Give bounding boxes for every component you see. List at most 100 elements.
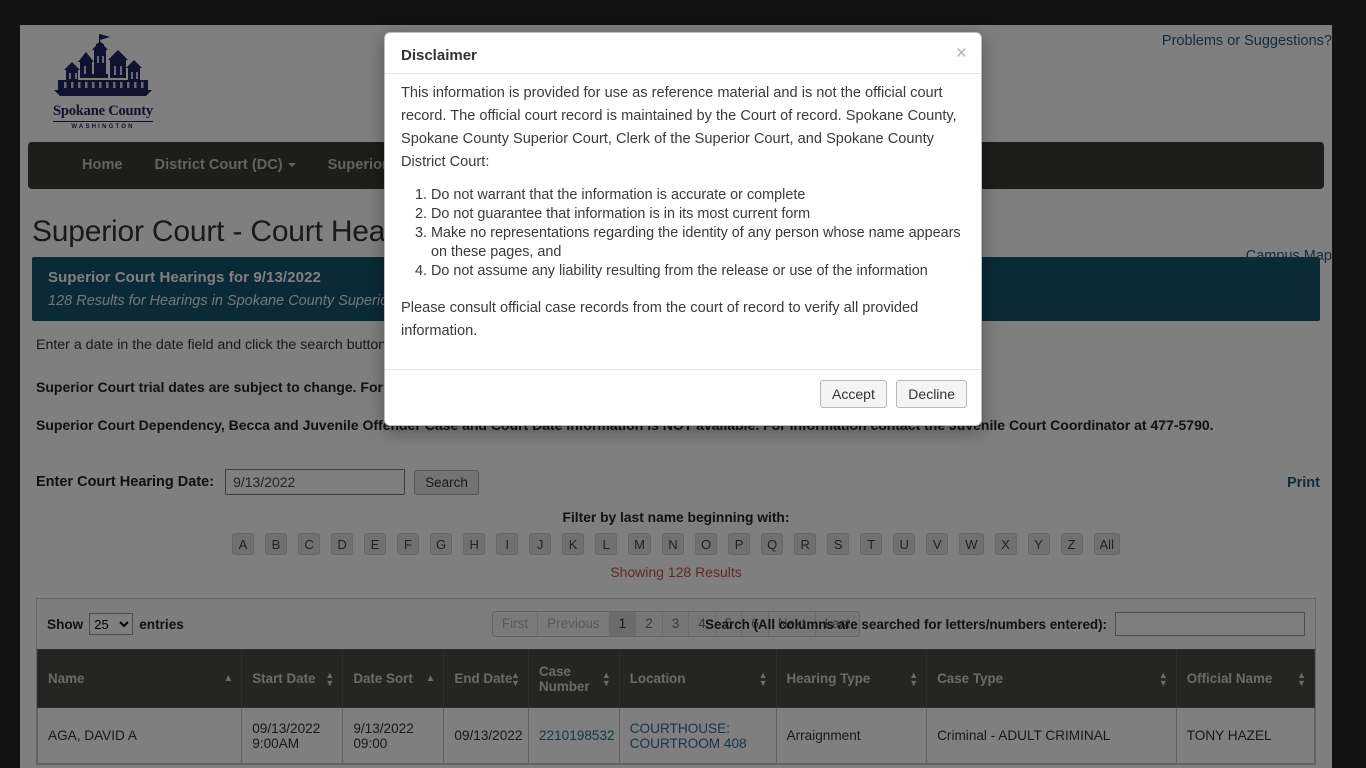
alpha-filter-v[interactable]: V	[926, 533, 949, 555]
column-header-date-sort[interactable]: Date Sort ▲▼	[342, 649, 445, 708]
column-header-label: Hearing Type	[786, 671, 871, 686]
court-hearing-date-input[interactable]	[225, 469, 406, 495]
column-header-location[interactable]: Location ▲ ▼	[618, 649, 777, 708]
show-label: Show	[47, 616, 84, 632]
column-header-start-date[interactable]: Start Date ▲ ▼	[241, 649, 344, 708]
case-number-link[interactable]: 2210198532	[539, 728, 615, 743]
decline-button[interactable]: Decline	[896, 380, 967, 408]
alpha-filter-i[interactable]: I	[496, 533, 519, 555]
pagination-page-1[interactable]: 1	[609, 612, 637, 636]
alpha-filter-y[interactable]: Y	[1027, 533, 1050, 555]
modal-body: This information is provided for use as …	[385, 74, 981, 369]
alpha-filter-b[interactable]: B	[265, 533, 288, 555]
table-search-control: Search (All columns are searched for let…	[705, 612, 1305, 636]
nav-item-district-court[interactable]: District Court (DC)	[139, 142, 312, 189]
results-table-panel: Show 102550100 entries FirstPrevious1234…	[36, 598, 1316, 765]
close-icon[interactable]: ×	[956, 44, 967, 63]
sort-both-icon: ▲ ▼	[758, 669, 768, 688]
alpha-filter-l[interactable]: L	[595, 533, 618, 555]
cell-case-number[interactable]: 2210198532	[527, 707, 620, 764]
table-search-label: Search (All columns are searched for let…	[705, 616, 1107, 632]
alpha-filter-e[interactable]: E	[364, 533, 387, 555]
sort-both-icon: ▲ ▼	[1158, 669, 1168, 688]
alpha-filter-s[interactable]: S	[827, 533, 850, 555]
nav-item-district-court-label: District Court (DC)	[154, 157, 283, 173]
disclaimer-modal: Disclaimer × This information is provide…	[384, 32, 982, 426]
alpha-filter-r[interactable]: R	[794, 533, 817, 555]
table-head: Name▲▼Start Date▲▼Date Sort▲▼End Date▲▼C…	[36, 649, 1316, 708]
alpha-filter-n[interactable]: N	[661, 533, 684, 555]
sort-ascending-icon: ▲▼	[425, 672, 436, 684]
problems-or-suggestions-link[interactable]: Problems or Suggestions?	[1162, 33, 1332, 49]
column-header-label: Start Date	[252, 671, 316, 686]
table-search-input[interactable]	[1115, 612, 1305, 636]
alpha-filter-w[interactable]: W	[959, 533, 984, 555]
search-button[interactable]: Search	[414, 469, 479, 495]
cell-end-date: 09/13/2022	[443, 707, 529, 764]
alpha-filter-a[interactable]: A	[232, 533, 255, 555]
table-row: AGA, DAVID A 09/13/2022 9:00AM 9/13/2022 0…	[36, 707, 1316, 764]
column-header-case-number[interactable]: Case Number ▲ ▼	[527, 649, 620, 708]
datatable-toolbar: Show 102550100 entries FirstPrevious1234…	[37, 599, 1315, 649]
alpha-filter-k[interactable]: K	[562, 533, 585, 555]
cell-official-name: TONY HAZEL	[1175, 707, 1316, 764]
modal-footer: Accept Decline	[385, 369, 981, 425]
nav-item-home-label: Home	[82, 157, 123, 173]
alpha-filter-q[interactable]: Q	[761, 533, 784, 555]
cell-start-date: 09/13/2022 9:00AM	[241, 707, 344, 764]
pagination-page-3[interactable]: 3	[662, 612, 690, 636]
hearings-table: Name▲▼Start Date▲▼Date Sort▲▼End Date▲▼C…	[36, 649, 1316, 764]
alphabet-filter-title: Filter by last name beginning with:	[562, 510, 790, 525]
alpha-filter-d[interactable]: D	[331, 533, 354, 555]
cell-location[interactable]: COURTHOUSE: COURTROOM 408	[618, 707, 777, 764]
alpha-filter-c[interactable]: C	[298, 533, 321, 555]
column-header-case-type[interactable]: Case Type ▲ ▼	[926, 649, 1177, 708]
column-header-label: Name	[48, 671, 85, 686]
column-header-name[interactable]: Name ▲▼	[36, 649, 243, 708]
alpha-filter-f[interactable]: F	[397, 533, 420, 555]
spokane-county-logo[interactable]: Spokane County WASHINGTON	[33, 30, 173, 142]
disclaimer-list-item-2: Do not guarantee that information is in …	[431, 205, 965, 224]
logo-state-name: WASHINGTON	[71, 124, 135, 130]
sort-ascending-icon: ▲▼	[223, 672, 234, 684]
pagination-page-2[interactable]: 2	[636, 612, 663, 636]
campus-map-link[interactable]: Campus Map	[1246, 248, 1332, 264]
alphabet-filter-block: Filter by last name beginning with: ABCD…	[32, 510, 1320, 580]
sort-both-icon: ▲ ▼	[325, 669, 335, 688]
alpha-filter-h[interactable]: H	[463, 533, 486, 555]
column-header-hearing-type[interactable]: Hearing Type ▲ ▼	[775, 649, 928, 708]
modal-header: Disclaimer ×	[385, 33, 981, 74]
cell-case-type: Criminal - ADULT CRIMINAL	[926, 707, 1177, 764]
disclaimer-list-item-4: Do not assume any liability resulting fr…	[431, 262, 965, 281]
alpha-filter-m[interactable]: M	[628, 533, 651, 555]
alpha-filter-all[interactable]: All	[1093, 533, 1120, 555]
column-header-official-name[interactable]: Official Name ▲ ▼	[1175, 649, 1316, 708]
print-link[interactable]: Print	[1287, 475, 1320, 491]
table-header-row: Name▲▼Start Date▲▼Date Sort▲▼End Date▲▼C…	[36, 649, 1316, 708]
column-header-end-date[interactable]: End Date ▲ ▼	[443, 649, 529, 708]
sort-both-icon: ▲ ▼	[601, 669, 611, 688]
entries-label: entries	[139, 616, 184, 632]
alpha-filter-z[interactable]: Z	[1060, 533, 1083, 555]
disclaimer-list-item-1: Do not warrant that the information is a…	[431, 186, 965, 205]
sort-both-icon: ▲ ▼	[511, 669, 520, 688]
alpha-filter-u[interactable]: U	[893, 533, 916, 555]
date-search-label: Enter Court Hearing Date:	[36, 474, 215, 490]
nav-item-home[interactable]: Home	[66, 142, 139, 189]
alpha-filter-p[interactable]: P	[728, 533, 751, 555]
disclaimer-paragraph-2: Please consult official case records fro…	[401, 300, 919, 339]
cell-date-sort: 9/13/2022 09:00	[342, 707, 445, 764]
cell-hearing-type: Arraignment	[775, 707, 928, 764]
logo-county-name: Spokane County	[53, 103, 153, 122]
alpha-filter-x[interactable]: X	[994, 533, 1017, 555]
location-link[interactable]: COURTHOUSE: COURTROOM 408	[630, 721, 747, 751]
alpha-filter-t[interactable]: T	[860, 533, 883, 555]
alpha-filter-o[interactable]: O	[694, 533, 718, 555]
alpha-filter-j[interactable]: J	[529, 533, 552, 555]
accept-button[interactable]: Accept	[820, 380, 887, 408]
alpha-filter-g[interactable]: G	[430, 533, 453, 555]
page-length-select[interactable]: 102550100	[89, 613, 134, 635]
column-header-label: Date Sort	[353, 671, 413, 686]
column-header-label: Case Number	[538, 663, 590, 694]
disclaimer-list-item-3: Make no representations regarding the id…	[431, 224, 965, 262]
